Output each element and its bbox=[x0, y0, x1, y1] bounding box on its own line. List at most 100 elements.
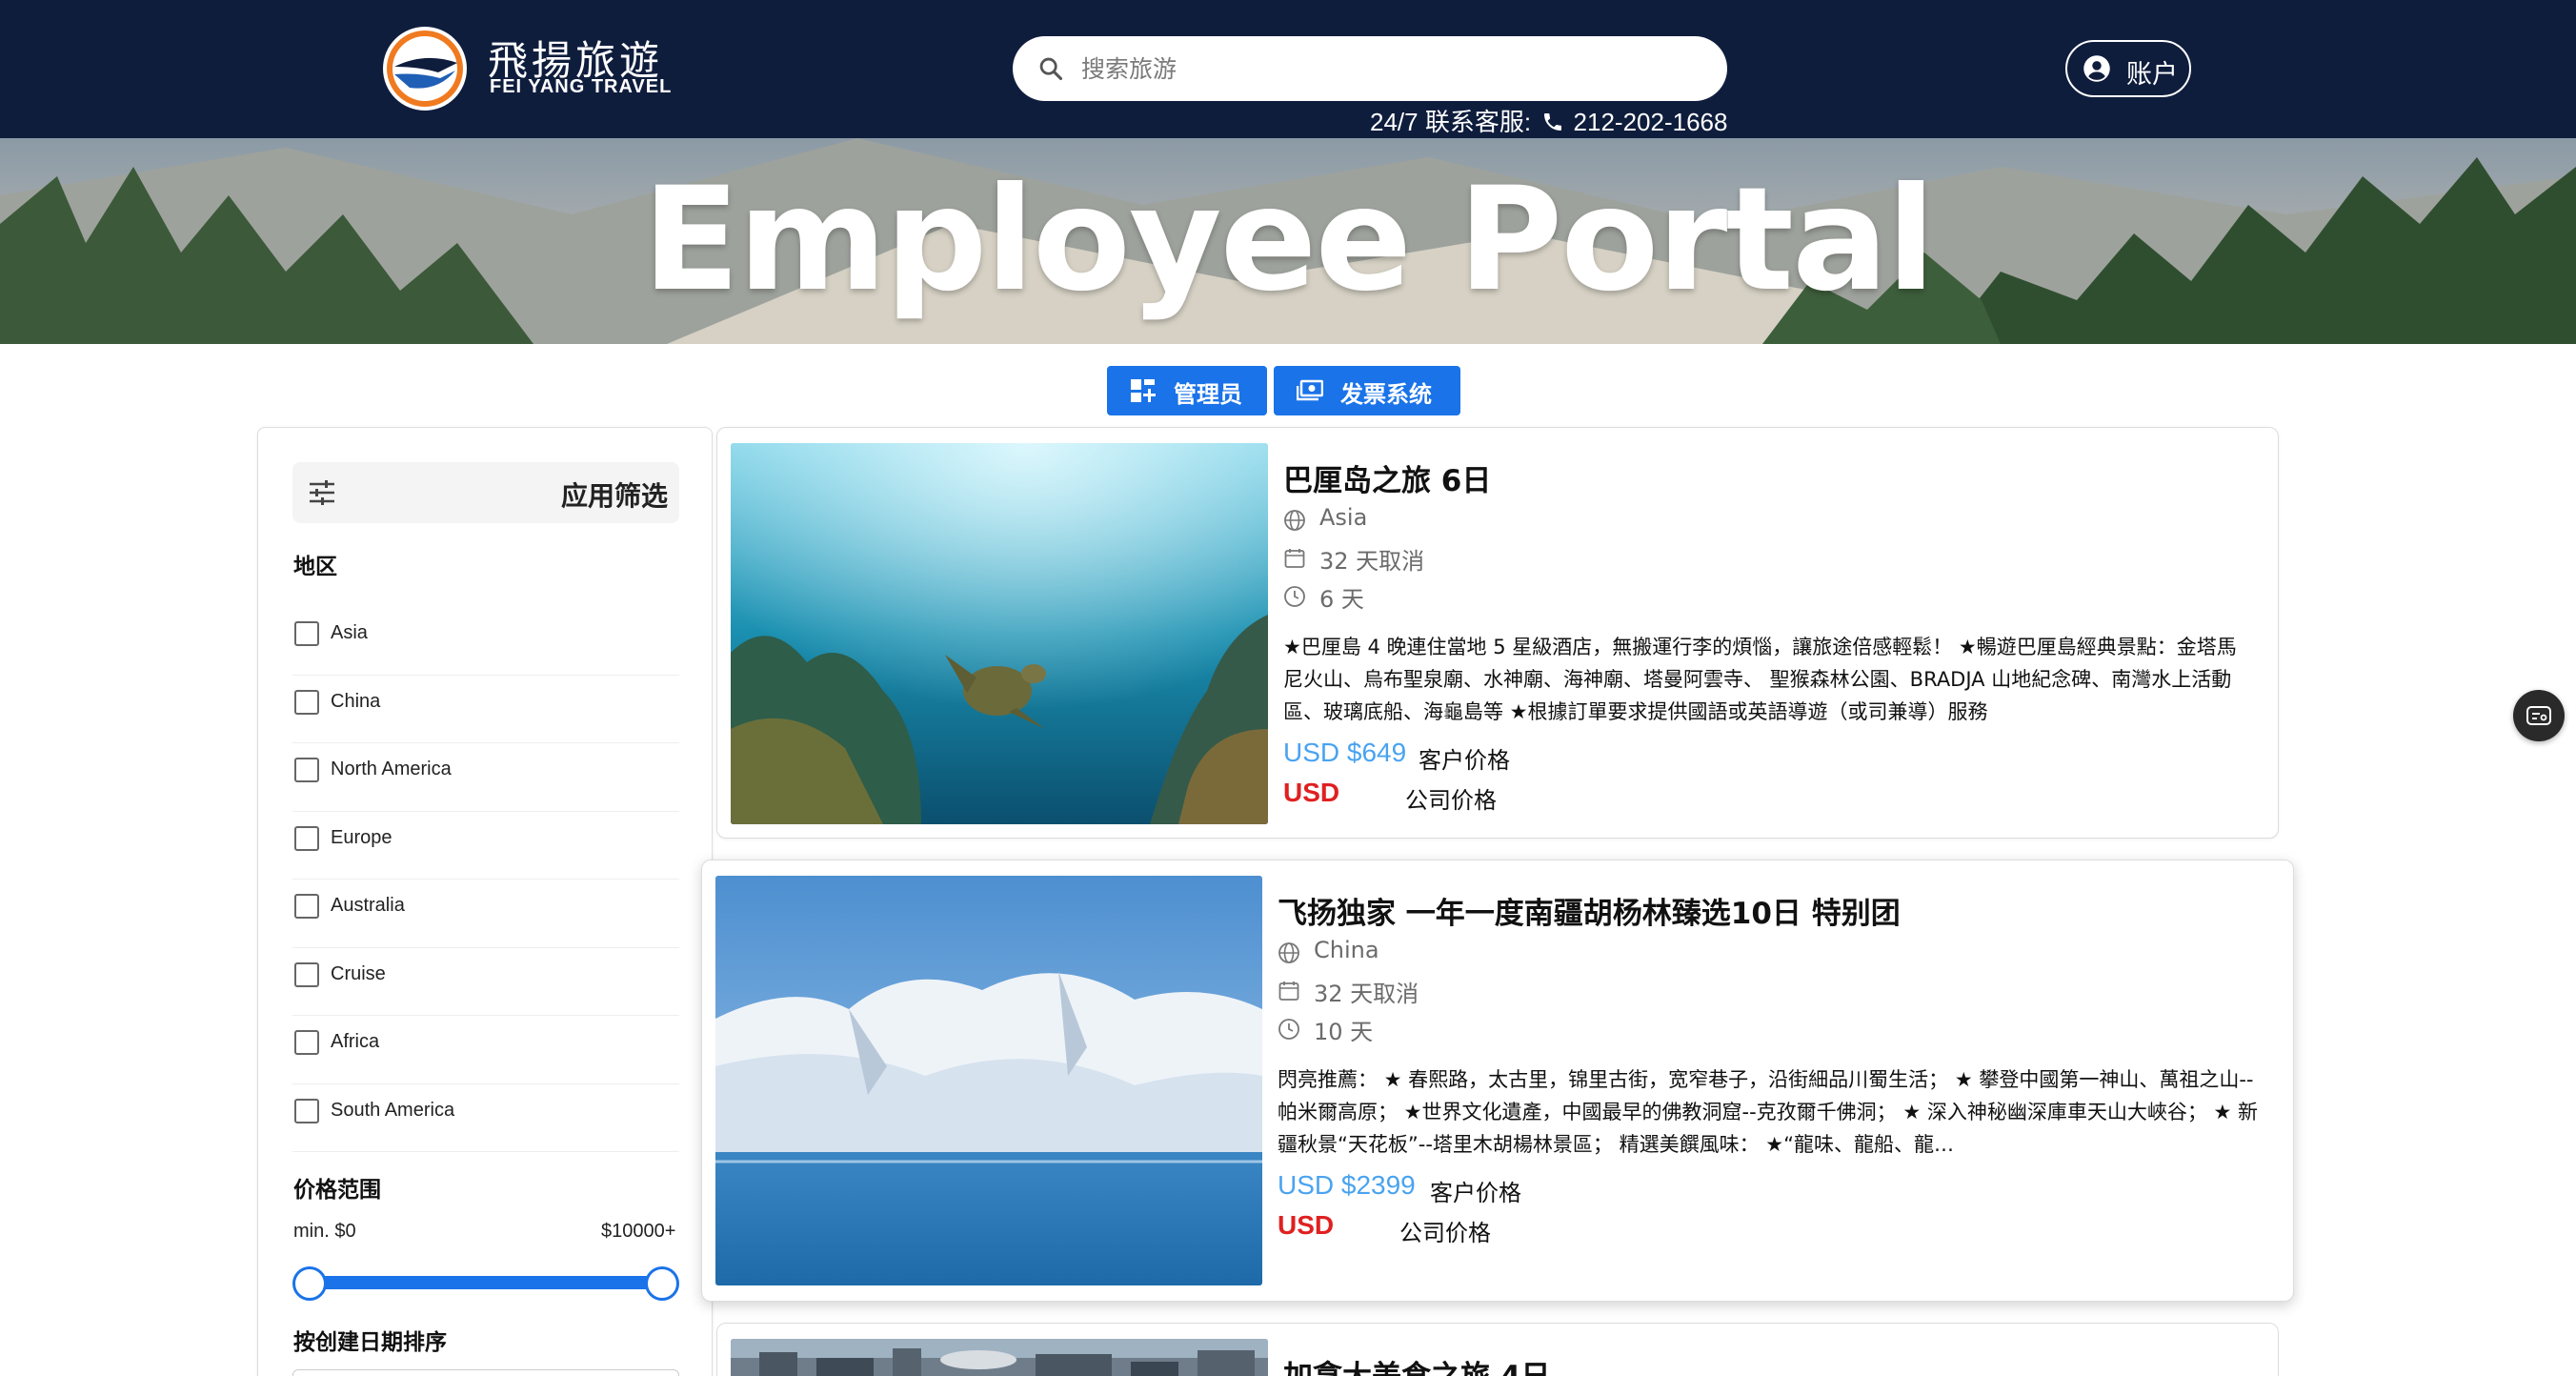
company-price-row: USD 公司价格 bbox=[1278, 1210, 2268, 1248]
region-option-europe[interactable]: Europe bbox=[292, 812, 679, 880]
calendar-icon bbox=[1284, 549, 1305, 568]
account-label: 账户 bbox=[2126, 60, 2178, 90]
tour-title[interactable]: 飞扬独家 一年一度南疆胡杨林臻选10日 特别团 bbox=[1278, 889, 2268, 932]
customer-price-row: USD $649 客户价格 bbox=[1283, 738, 2255, 776]
region-label: Europe bbox=[331, 826, 392, 848]
tour-duration-text: 6 天 bbox=[1319, 586, 1364, 613]
region-list: Asia China North America Europe Australi… bbox=[292, 607, 679, 1152]
region-section-label: 地区 bbox=[293, 555, 337, 579]
tour-cancel-text: 32 天取消 bbox=[1314, 981, 1419, 1007]
support-label: 24/7 联系客服: bbox=[1370, 108, 1532, 136]
tune-icon bbox=[310, 480, 334, 505]
region-option-africa[interactable]: Africa bbox=[292, 1016, 679, 1084]
tour-region: China bbox=[1278, 936, 2268, 970]
region-option-cruise[interactable]: Cruise bbox=[292, 948, 679, 1016]
region-checkbox[interactable] bbox=[294, 1098, 319, 1123]
search-bar[interactable] bbox=[1013, 36, 1727, 101]
customer-price-label: 客户价格 bbox=[1419, 747, 1510, 774]
region-checkbox[interactable] bbox=[294, 758, 319, 782]
payments-icon bbox=[1297, 379, 1323, 401]
list-settings-icon bbox=[2526, 706, 2551, 725]
floating-action-button[interactable] bbox=[2513, 690, 2565, 741]
customer-price-label: 客户价格 bbox=[1430, 1180, 1521, 1206]
tour-card-body: 加拿大美食之旅 4日 bbox=[1283, 1352, 2255, 1376]
filter-sidebar: 应用筛选 地区 Asia China North America Europe … bbox=[257, 427, 713, 1376]
region-option-australia[interactable]: Australia bbox=[292, 880, 679, 948]
company-price-row: USD 公司价格 bbox=[1283, 778, 2255, 816]
tour-cancel-policy: 32 天取消 bbox=[1278, 974, 2268, 1008]
region-label: North America bbox=[331, 759, 452, 779]
region-checkbox[interactable] bbox=[294, 689, 319, 715]
price-range-label: 价格范围 bbox=[293, 1178, 381, 1203]
region-label: China bbox=[331, 690, 381, 712]
tour-card-body: 巴厘岛之旅 6日 Asia 32 天取消 6 天 ★巴厘島 4 晚連住當地 5 … bbox=[1283, 456, 2255, 816]
clock-icon bbox=[1278, 1019, 1299, 1040]
sort-by-date-label: 按创建日期排序 bbox=[293, 1330, 447, 1355]
tour-card[interactable]: 飞扬独家 一年一度南疆胡杨林臻选10日 特别团 China 32 天取消 10 … bbox=[701, 860, 2294, 1302]
company-price-label: 公司价格 bbox=[1405, 787, 1497, 814]
price-range-min: min. $0 bbox=[293, 1221, 356, 1242]
region-label: South America bbox=[331, 1099, 455, 1121]
globe-icon bbox=[1284, 510, 1305, 531]
region-option-north-america[interactable]: North America bbox=[292, 743, 679, 812]
tour-duration: 10 天 bbox=[1278, 1012, 2268, 1046]
tour-cancel-text: 32 天取消 bbox=[1319, 548, 1425, 575]
price-range-slider-track[interactable] bbox=[311, 1276, 663, 1289]
region-label: Australia bbox=[331, 895, 405, 916]
region-label: Africa bbox=[331, 1031, 380, 1052]
tour-card[interactable]: 加拿大美食之旅 4日 bbox=[716, 1323, 2279, 1376]
company-price: USD bbox=[1283, 778, 1340, 807]
admin-button-label: 管理员 bbox=[1174, 381, 1242, 408]
phone-icon bbox=[1544, 113, 1562, 131]
tour-image-xinjiang[interactable] bbox=[715, 876, 1262, 1285]
region-checkbox[interactable] bbox=[294, 1030, 319, 1055]
apply-filters-header[interactable]: 应用筛选 bbox=[292, 462, 679, 523]
tour-description: 閃亮推薦： ★ 春熙路，太古里，锦里古街，宽窄巷子，沿街細品川蜀生活； ★ 攀登… bbox=[1278, 1068, 2259, 1156]
apply-filters-title: 应用筛选 bbox=[560, 480, 668, 512]
search-input[interactable] bbox=[1081, 48, 1691, 90]
clock-icon bbox=[1284, 586, 1305, 607]
region-label: Cruise bbox=[331, 962, 386, 984]
price-slider-min-thumb[interactable] bbox=[292, 1266, 327, 1301]
sort-select[interactable] bbox=[292, 1369, 679, 1376]
tour-title[interactable]: 加拿大美食之旅 4日 bbox=[1283, 1352, 2255, 1376]
tour-image-bali[interactable] bbox=[731, 443, 1268, 824]
company-price-label: 公司价格 bbox=[1399, 1220, 1491, 1246]
price-range-max: $10000+ bbox=[601, 1221, 676, 1242]
hero-banner: Employee Portal bbox=[0, 138, 2576, 344]
fei-yang-logo[interactable] bbox=[381, 25, 469, 112]
search-icon bbox=[1039, 57, 1063, 81]
support-contact: 24/7 联系客服: 212-202-1668 bbox=[1370, 103, 1727, 138]
customer-price: USD $649 bbox=[1283, 738, 1407, 767]
tour-region-text: Asia bbox=[1319, 504, 1368, 531]
account-button[interactable]: 账户 bbox=[2065, 40, 2191, 97]
globe-icon bbox=[1278, 942, 1299, 963]
company-price: USD bbox=[1278, 1210, 1335, 1240]
invoice-system-button[interactable]: 发票系统 bbox=[1274, 366, 1460, 415]
tour-region: Asia bbox=[1283, 503, 2255, 537]
account-circle-icon bbox=[2083, 55, 2110, 82]
top-header: 飛揚旅遊 FEI YANG TRAVEL 24/7 联系客服: 212-202-… bbox=[0, 0, 2576, 138]
calendar-icon bbox=[1278, 981, 1299, 1001]
region-checkbox[interactable] bbox=[294, 825, 319, 851]
region-option-china[interactable]: China bbox=[292, 676, 679, 743]
region-option-south-america[interactable]: South America bbox=[292, 1084, 679, 1152]
admin-button[interactable]: 管理员 bbox=[1107, 366, 1267, 415]
region-checkbox[interactable] bbox=[294, 621, 319, 646]
customer-price: USD $2399 bbox=[1278, 1170, 1416, 1200]
invoice-button-label: 发票系统 bbox=[1340, 381, 1432, 408]
region-option-asia[interactable]: Asia bbox=[292, 607, 679, 676]
dashboard-add-icon bbox=[1131, 379, 1156, 402]
support-phone[interactable]: 212-202-1668 bbox=[1574, 108, 1728, 136]
hero-title: Employee Portal bbox=[642, 157, 1935, 323]
tour-title[interactable]: 巴厘岛之旅 6日 bbox=[1283, 456, 2255, 499]
tour-region-text: China bbox=[1314, 937, 1379, 963]
tour-duration: 6 天 bbox=[1283, 579, 2255, 614]
tour-card[interactable]: 巴厘岛之旅 6日 Asia 32 天取消 6 天 ★巴厘島 4 晚連住當地 5 … bbox=[716, 427, 2279, 839]
region-checkbox[interactable] bbox=[294, 894, 319, 919]
price-slider-max-thumb[interactable] bbox=[645, 1266, 679, 1301]
region-checkbox[interactable] bbox=[294, 961, 319, 987]
tour-image-canada[interactable] bbox=[731, 1339, 1268, 1376]
tour-duration-text: 10 天 bbox=[1314, 1019, 1374, 1045]
region-label: Asia bbox=[331, 622, 368, 643]
